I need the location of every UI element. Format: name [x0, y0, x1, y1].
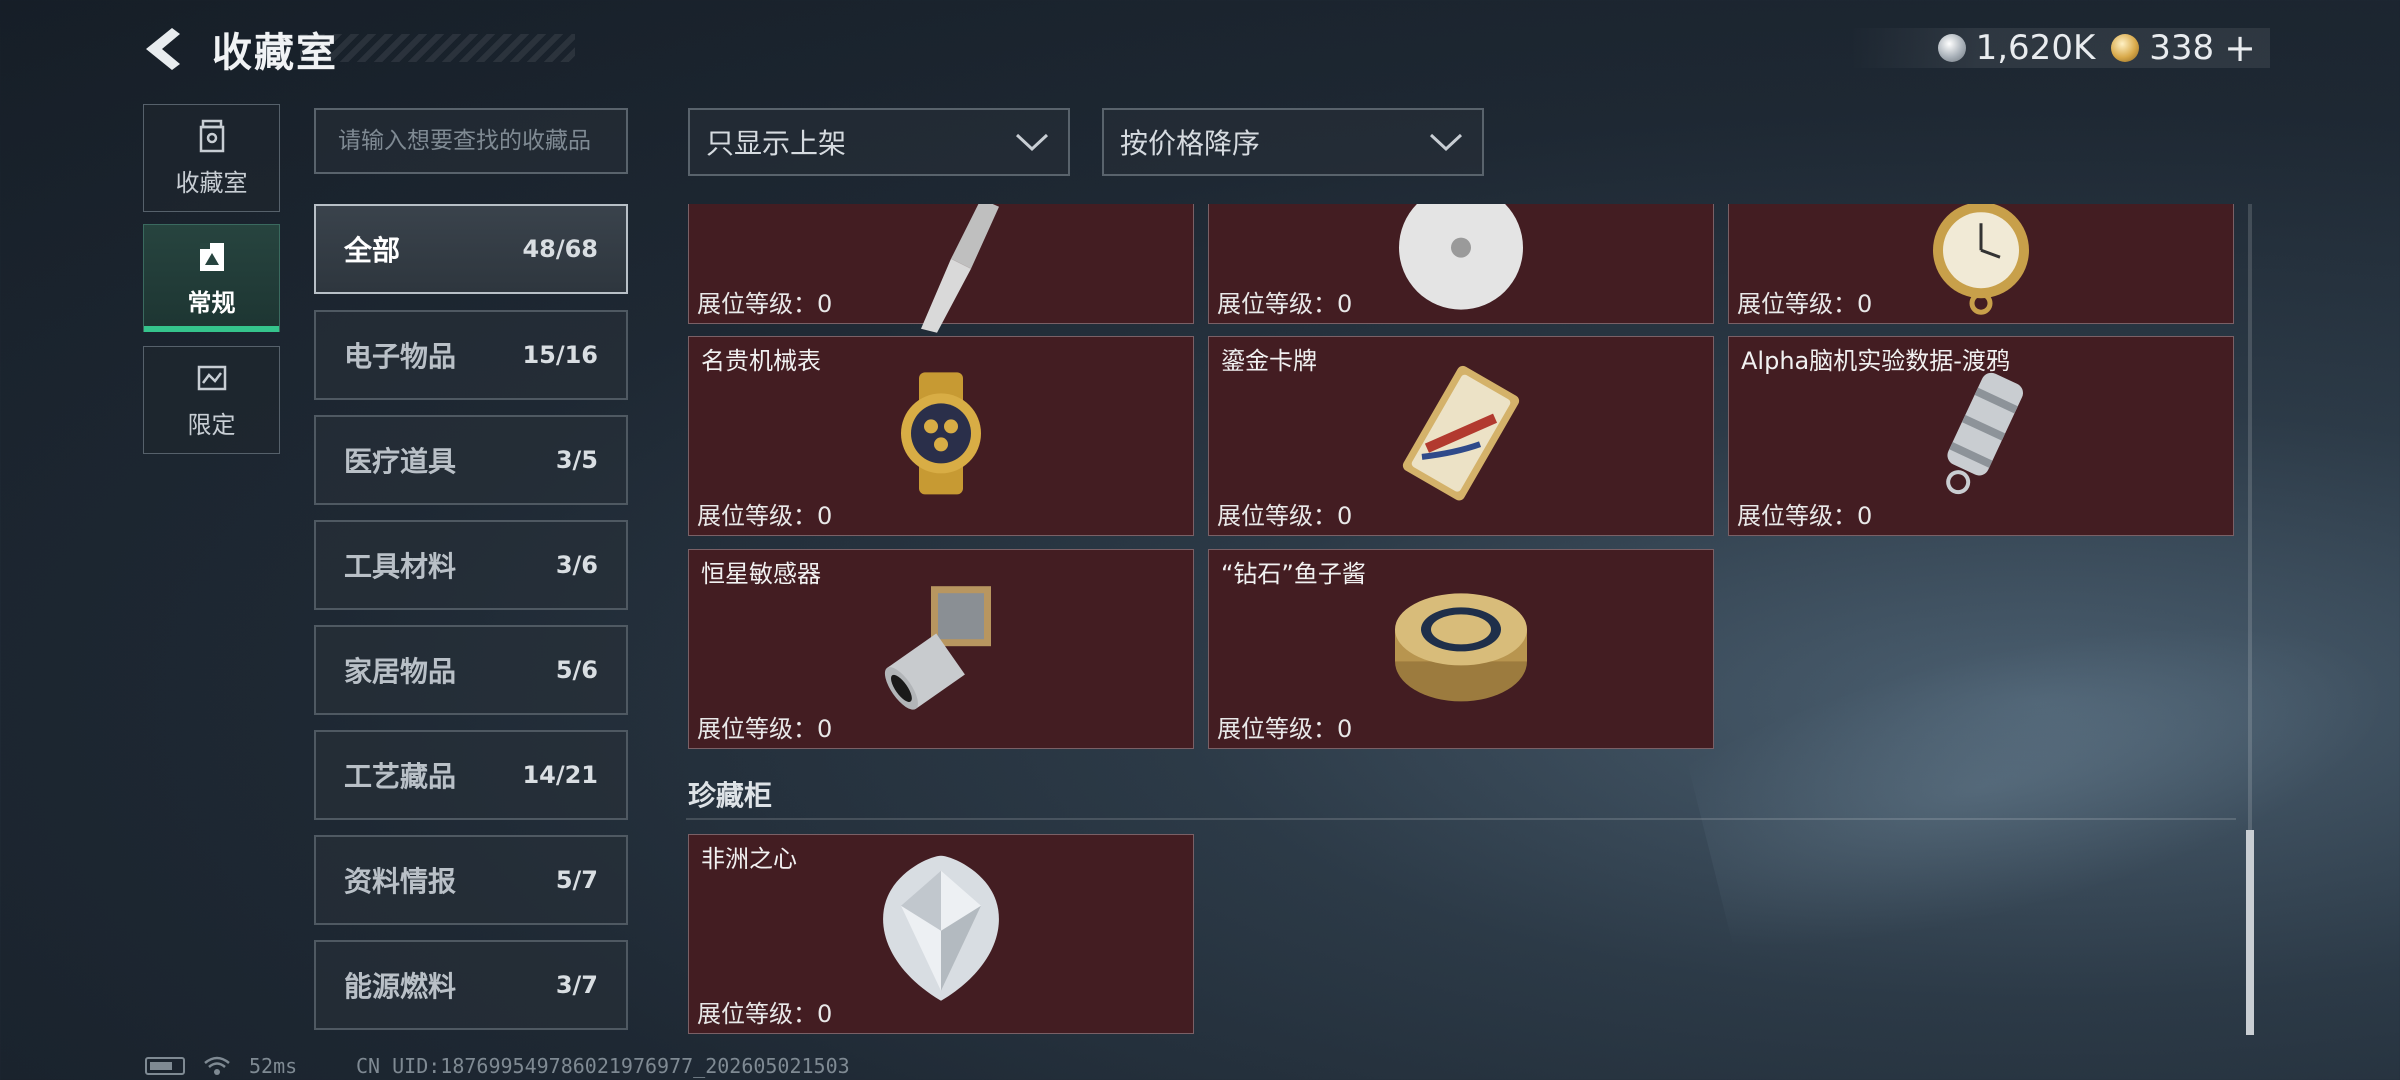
shelf-filter-label: 只显示上架 — [706, 127, 847, 160]
status-bar: 52ms — [145, 1054, 297, 1078]
shelf-filter-dropdown[interactable]: 只显示上架 — [688, 108, 1070, 176]
collection-card[interactable]: “钻石”鱼子酱 展位等级：0 — [1208, 549, 1714, 749]
card-name: 鎏金卡牌 — [1221, 347, 1317, 375]
collection-card[interactable]: 鎏金卡牌 展位等级：0 — [1208, 336, 1714, 536]
card-name: 恒星敏感器 — [701, 560, 821, 588]
title-decoration — [300, 34, 575, 62]
wifi-icon — [204, 1056, 230, 1075]
pocket-watch-item-icon — [1933, 204, 2029, 315]
category-count: 3/5 — [555, 446, 598, 474]
back-button[interactable] — [140, 26, 190, 72]
card-level: 展位等级：0 — [1217, 715, 1353, 743]
collection-card[interactable]: Alpha脑机实验数据-渡鸦 展位等级：0 — [1728, 336, 2234, 536]
caviar-tin-item-icon — [1395, 593, 1527, 702]
collection-card[interactable]: 展位等级：0 — [688, 204, 1194, 333]
diamond-item-icon — [883, 855, 999, 1001]
latency-value: 52ms — [249, 1054, 298, 1078]
card-level: 展位等级：0 — [697, 502, 833, 530]
silver-currency: 1,620K — [1937, 28, 2096, 68]
card-level: 展位等级：0 — [1217, 502, 1353, 530]
category-name: 资料情报 — [344, 865, 457, 898]
category-name: 医疗道具 — [344, 445, 457, 478]
card-level: 展位等级：0 — [697, 715, 833, 743]
tab-limited-label: 限定 — [187, 410, 236, 439]
card-name: 名贵机械表 — [701, 347, 821, 375]
page-title: 收藏室 — [212, 30, 338, 76]
chevron-down-icon — [1015, 133, 1049, 152]
tab-regular[interactable]: 常规 — [143, 224, 280, 332]
category-name: 能源燃料 — [344, 970, 457, 1003]
category-electronics[interactable]: 电子物品 15/16 — [314, 310, 628, 400]
category-crafts[interactable]: 工艺藏品 14/21 — [314, 730, 628, 820]
tab-collection-room[interactable]: 收藏室 — [143, 104, 280, 212]
disc-item-icon — [1399, 204, 1523, 310]
gold-coin-icon — [2111, 34, 2140, 62]
sort-order-dropdown[interactable]: 按价格降序 — [1102, 108, 1484, 176]
add-currency-icon[interactable]: + — [2224, 29, 2256, 67]
card-level: 展位等级：0 — [1737, 290, 1873, 318]
limited-icon — [197, 365, 226, 390]
tab-regular-label: 常规 — [187, 288, 236, 317]
collection-card[interactable]: 展位等级：0 — [1208, 204, 1714, 324]
card-level: 展位等级：0 — [1737, 502, 1873, 530]
category-name: 工艺藏品 — [344, 760, 457, 793]
category-count: 3/7 — [555, 971, 598, 999]
search-input[interactable] — [338, 128, 626, 154]
card-level: 展位等级：0 — [1217, 290, 1353, 318]
collection-card[interactable]: 名贵机械表 展位等级：0 — [688, 336, 1194, 536]
category-name: 家居物品 — [344, 655, 457, 688]
back-arrow-icon — [146, 28, 180, 70]
item-grid: 展位等级：0 展位等级：0 展位等级：0 名贵机械表 展位等级：0 鎏金卡牌 展… — [686, 204, 2246, 1040]
category-count: 15/16 — [522, 341, 598, 369]
search-box[interactable] — [314, 108, 628, 174]
tab-collection-room-label: 收藏室 — [175, 168, 248, 197]
card-name: 非洲之心 — [701, 845, 797, 873]
category-count: 5/6 — [555, 656, 598, 684]
category-count: 48/68 — [522, 235, 598, 263]
tab-limited[interactable]: 限定 — [143, 346, 280, 454]
category-count: 14/21 — [522, 761, 598, 789]
category-all[interactable]: 全部 48/68 — [314, 204, 628, 294]
gold-card-item-icon — [1402, 365, 1520, 501]
card-level: 展位等级：0 — [697, 290, 833, 318]
sort-order-label: 按价格降序 — [1120, 127, 1261, 160]
gold-currency[interactable]: 338 + — [2111, 28, 2256, 68]
category-name: 工具材料 — [344, 550, 457, 583]
user-uid: CN UID:1876995497860219769​77_2026050215… — [356, 1054, 850, 1078]
star-sensor-item-icon — [884, 586, 991, 710]
card-name: “钻石”鱼子酱 — [1221, 560, 1366, 588]
gold-currency-value: 338 — [2149, 28, 2215, 68]
collection-card[interactable]: 非洲之心 展位等级：0 — [688, 834, 1194, 1034]
treasure-section-title: 珍藏柜 — [688, 779, 773, 812]
scrollbar-thumb[interactable] — [2246, 830, 2254, 1035]
silver-coin-icon — [1937, 34, 1966, 62]
category-count: 3/6 — [555, 551, 598, 579]
currency-bar: 1,620K 338 + — [1850, 28, 2270, 68]
pen-item-icon — [921, 204, 999, 333]
wristwatch-item-icon — [901, 372, 981, 495]
silver-currency-value: 1,620K — [1975, 28, 2096, 68]
battery-icon — [145, 1057, 185, 1075]
collection-card[interactable]: 恒星敏感器 展位等级：0 — [688, 549, 1194, 749]
category-intel[interactable]: 资料情报 5/7 — [314, 835, 628, 925]
category-household[interactable]: 家居物品 5/6 — [314, 625, 628, 715]
collection-room-icon — [199, 119, 224, 152]
category-medical[interactable]: 医疗道具 3/5 — [314, 415, 628, 505]
category-name: 电子物品 — [344, 340, 457, 373]
data-cylinder-item-icon — [1946, 372, 2024, 495]
chevron-down-icon — [1429, 133, 1463, 152]
category-tools[interactable]: 工具材料 3/6 — [314, 520, 628, 610]
card-level: 展位等级：0 — [697, 1000, 833, 1028]
section-divider — [686, 818, 2236, 820]
regular-icon — [199, 242, 224, 271]
collection-card[interactable]: 展位等级：0 — [1728, 204, 2234, 324]
category-name: 全部 — [344, 234, 401, 267]
category-energy[interactable]: 能源燃料 3/7 — [314, 940, 628, 1030]
category-count: 5/7 — [555, 866, 598, 894]
